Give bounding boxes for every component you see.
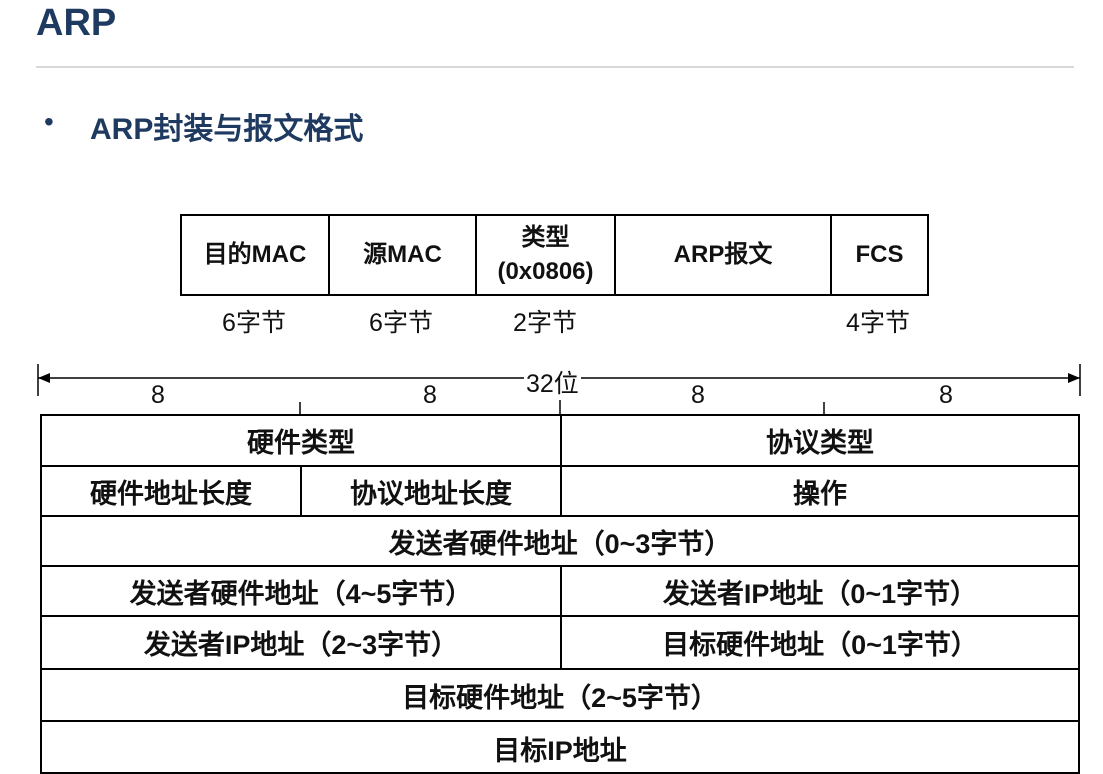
field-sender-ip-addr-0-1: 发送者IP地址（0~1字节） xyxy=(662,578,978,609)
section-heading: ARP封装与报文格式 xyxy=(90,113,364,146)
table-row: 目标IP地址 xyxy=(42,722,1078,774)
frame-field-arp-payload: ARP报文 xyxy=(616,216,832,294)
arp-format-table: 硬件类型 协议类型 硬件地址长度 协议地址长度 操作 发送者硬件地址（0~3字节… xyxy=(40,414,1080,774)
field-protocol-addr-length: 协议地址长度 xyxy=(302,467,562,515)
ruler-byte-label: 8 xyxy=(151,381,165,409)
ethernet-frame: 目的MAC 源MAC 类型 (0x0806) ARP报文 FCS xyxy=(180,214,929,296)
ruler-total-bits: 32位 xyxy=(524,364,581,400)
field-target-hw-addr-0-1: 目标硬件地址（0~1字节） xyxy=(662,630,978,660)
table-row: 硬件地址长度 协议地址长度 操作 xyxy=(42,467,1078,517)
page-title: ARP xyxy=(36,2,117,44)
field-sender-ip-addr-2-3: 发送者IP地址（2~3字节） xyxy=(42,617,562,668)
field-sender-hw-addr-4-5: 发送者硬件地址（4~5字节） xyxy=(42,567,562,615)
ruler-byte-label: 8 xyxy=(691,381,705,409)
field-hardware-type: 硬件类型 xyxy=(42,416,562,465)
field-target-ip-addr: 目标IP地址 xyxy=(493,735,627,766)
title-divider xyxy=(36,66,1074,68)
table-row: 发送者硬件地址（4~5字节） 发送者IP地址（0~1字节） xyxy=(42,567,1078,617)
frame-field-type: 类型 (0x0806) xyxy=(477,216,616,294)
table-row: 硬件类型 协议类型 xyxy=(42,416,1078,467)
table-row: 发送者硬件地址（0~3字节） xyxy=(42,517,1078,567)
frame-size-fcs: 4字节 xyxy=(846,309,910,337)
frame-size-type: 2字节 xyxy=(513,309,577,337)
field-sender-hw-addr-0-3: 发送者硬件地址（0~3字节） xyxy=(388,528,732,559)
field-protocol-type: 协议类型 xyxy=(766,428,874,458)
bullet-icon: • xyxy=(44,106,54,137)
frame-field-dest-mac: 目的MAC xyxy=(182,216,330,294)
frame-size-dest-mac: 6字节 xyxy=(222,309,286,337)
ruler-byte-label: 8 xyxy=(423,381,437,409)
frame-field-fcs: FCS xyxy=(855,241,904,268)
frame-size-src-mac: 6字节 xyxy=(369,309,433,337)
field-operation: 操作 xyxy=(793,478,847,509)
frame-field-src-mac: 源MAC xyxy=(330,216,477,294)
table-row: 发送者IP地址（2~3字节） 目标硬件地址（0~1字节） xyxy=(42,617,1078,670)
field-target-hw-addr-2-5: 目标硬件地址（2~5字节） xyxy=(402,682,718,713)
ruler-byte-label: 8 xyxy=(939,381,953,409)
field-hardware-addr-length: 硬件地址长度 xyxy=(42,467,302,515)
table-row: 目标硬件地址（2~5字节） xyxy=(42,670,1078,722)
